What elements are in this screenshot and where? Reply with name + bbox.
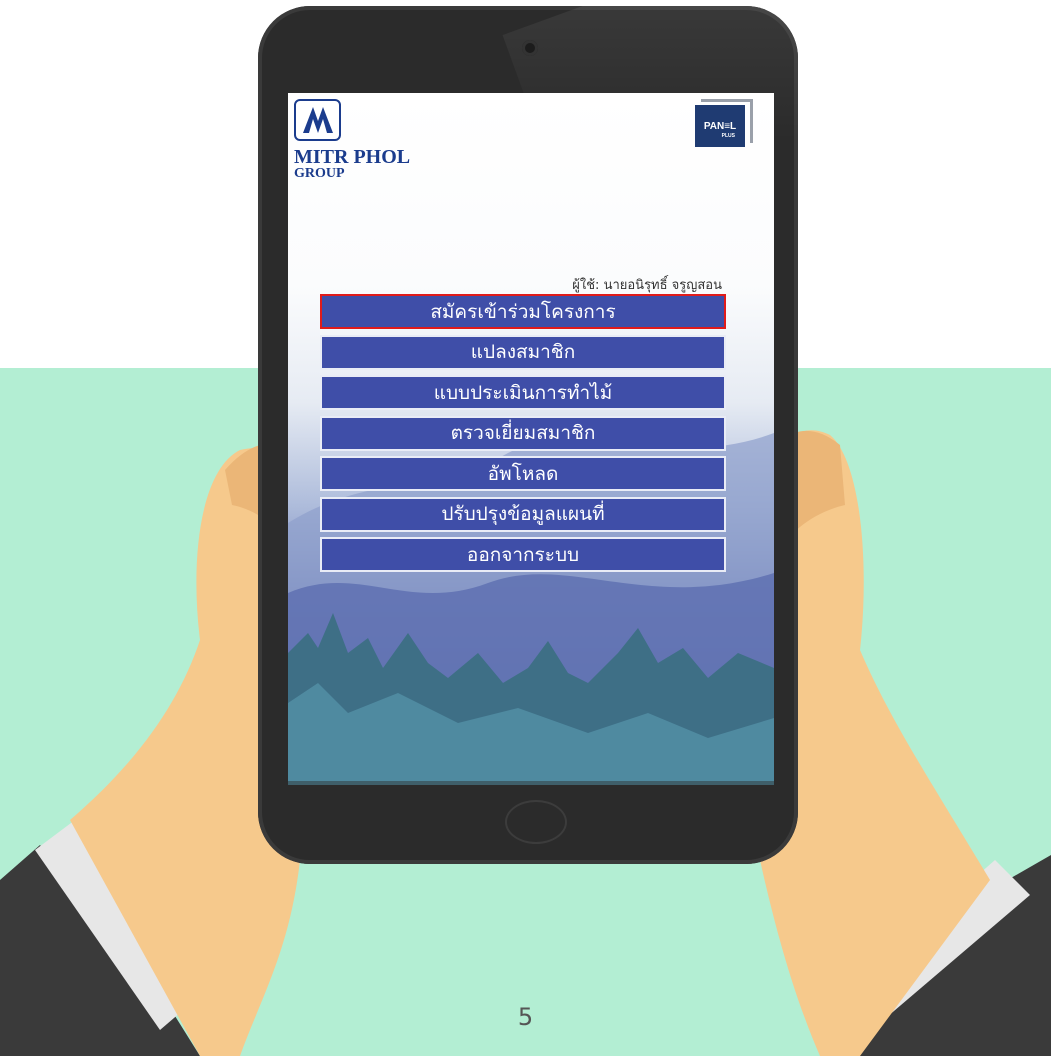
menu-item-update-map[interactable]: ปรับปรุงข้อมูลแผนที่: [320, 496, 726, 532]
menu-item-logging-assessment[interactable]: แบบประเมินการทำไม้: [320, 375, 726, 410]
company-name: MITR PHOL: [294, 146, 411, 168]
menu-item-logout[interactable]: ออกจากระบบ: [320, 537, 726, 572]
menu-item-member-plots[interactable]: แปลงสมาชิก: [320, 334, 726, 370]
mitr-phol-logo: MITR PHOL GROUP: [294, 99, 410, 181]
camera-icon: [522, 40, 538, 56]
company-group: GROUP: [294, 166, 345, 181]
panel-logo-box: PAN≡L PLUS: [695, 105, 745, 147]
page-number: 5: [517, 1003, 534, 1031]
partner-sub: PLUS: [721, 133, 735, 139]
current-user-label: ผู้ใช้: นายอนิรุทธิ์ จรูญสอน: [572, 278, 722, 293]
main-menu: สมัครเข้าร่วมโครงการ แปลงสมาชิก แบบประเม…: [320, 294, 726, 578]
menu-item-register-project[interactable]: สมัครเข้าร่วมโครงการ: [320, 294, 726, 329]
tablet-screen: MITR PHOL GROUP PAN≡L PLUS ผู้ใช้: นายอน…: [288, 93, 774, 781]
screen-bottom-edge: [288, 781, 774, 785]
mitr-phol-mark-icon: [294, 99, 341, 141]
home-button[interactable]: [505, 800, 567, 844]
partner-name: PAN≡L: [703, 120, 737, 132]
menu-item-member-visit[interactable]: ตรวจเยี่ยมสมาชิก: [320, 415, 726, 451]
menu-item-upload[interactable]: อัพโหลด: [320, 456, 726, 491]
panel-plus-logo: PAN≡L PLUS: [695, 99, 753, 151]
